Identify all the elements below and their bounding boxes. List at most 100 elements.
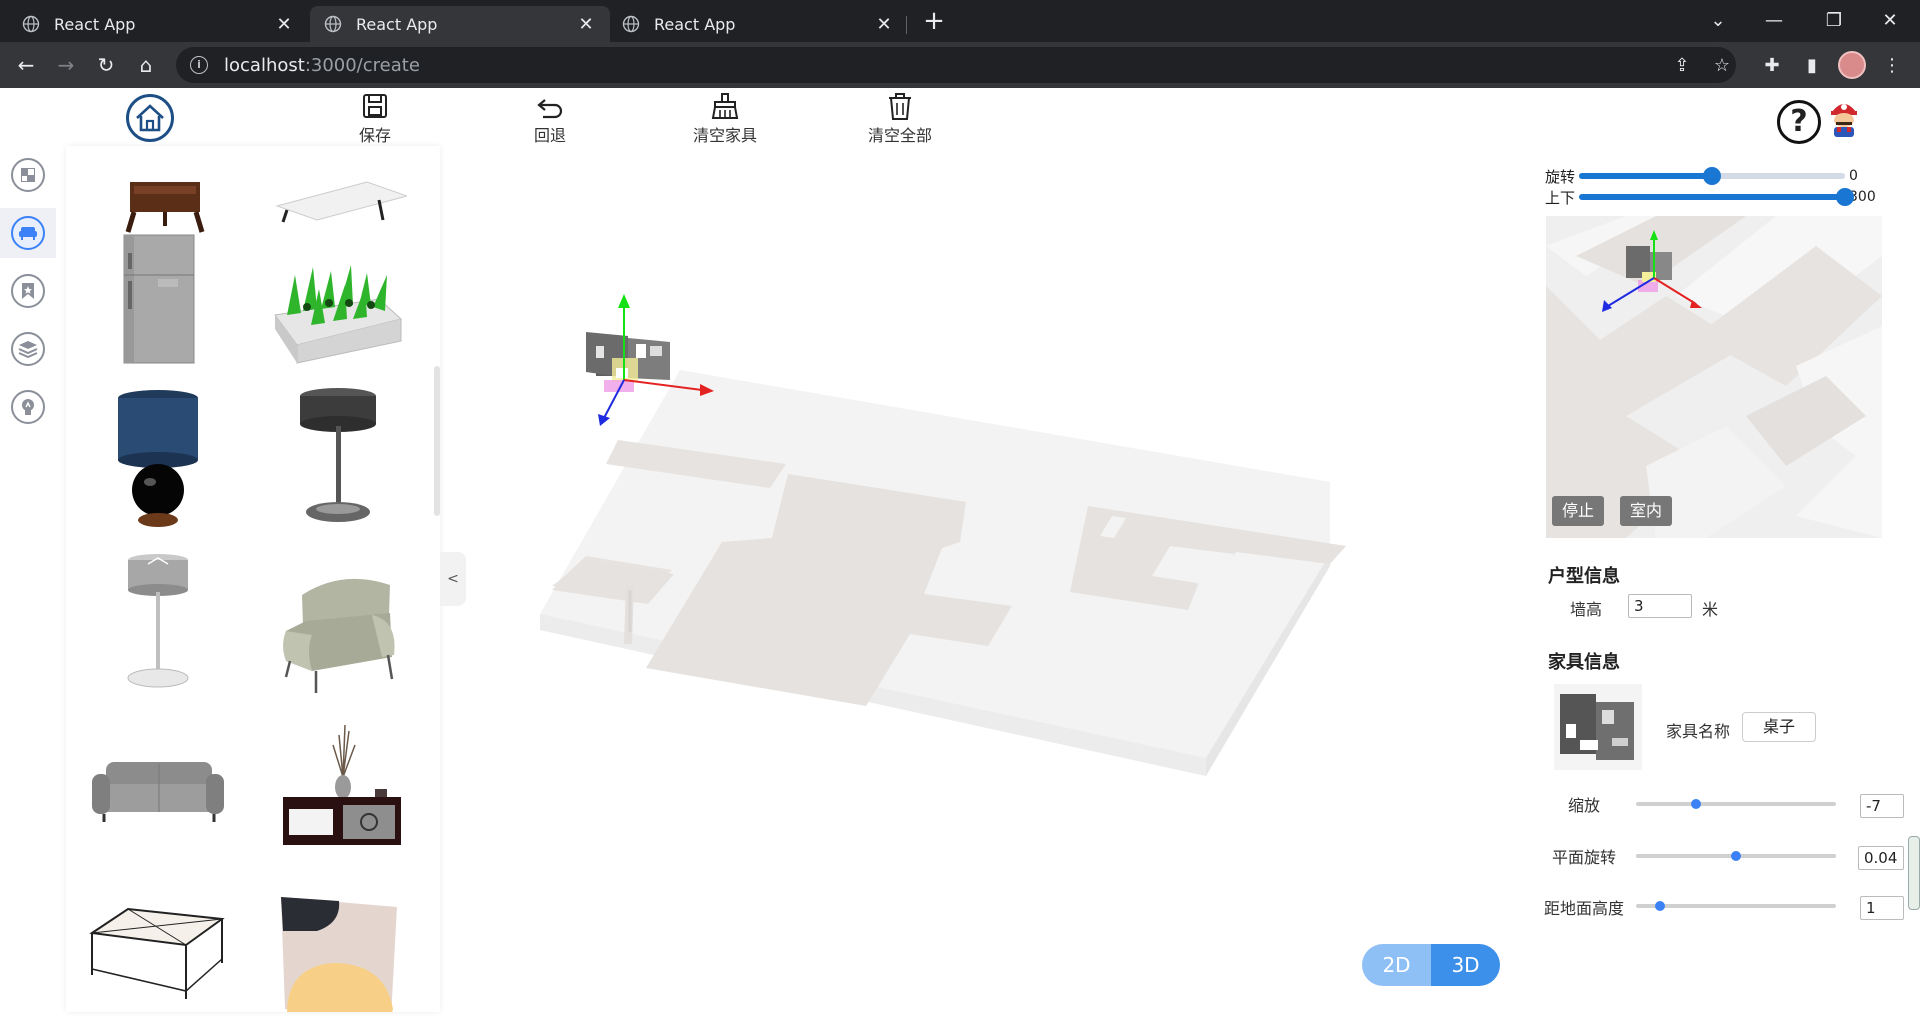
undo-icon (537, 99, 563, 119)
restore-icon[interactable]: ❐ (1814, 4, 1854, 36)
browser-tab-2[interactable]: React App ✕ (310, 6, 610, 42)
catalog-item-table[interactable] (262, 146, 412, 236)
mode-3d-button[interactable]: 3D (1431, 944, 1500, 986)
catalog-item-fridge[interactable] (82, 222, 232, 372)
view-mode-toggle: 2D 3D (1362, 944, 1500, 986)
tab-title: React App (654, 14, 736, 34)
height-slider-thumb[interactable] (1655, 901, 1665, 911)
url-host: localhost (224, 54, 305, 76)
clear-furniture-label: 清空家具 (692, 126, 757, 145)
collapse-panel-button[interactable]: < (440, 552, 466, 606)
browser-tab-3[interactable]: React App ✕ (608, 6, 908, 42)
stop-button[interactable]: 停止 (1552, 496, 1605, 526)
wall-height-input[interactable]: 3 (1628, 594, 1692, 618)
side-panel-handle[interactable] (1908, 836, 1920, 910)
reload-icon[interactable]: ↻ (90, 49, 122, 81)
new-tab-button[interactable]: + (918, 6, 950, 38)
home-icon[interactable]: ⌂ (130, 49, 162, 81)
undo-button[interactable]: 回退 (505, 92, 595, 146)
tab-title: React App (54, 14, 136, 34)
indoor-button[interactable]: 室内 (1620, 496, 1673, 526)
catalog-item-table-lamp-blue[interactable] (82, 386, 232, 536)
globe-icon (324, 15, 342, 33)
furniture-name-label: 家具名称 (1666, 722, 1731, 741)
catalog-item-planter[interactable] (262, 230, 412, 380)
camera-updown-row: 上下 300 (1545, 188, 1876, 207)
window-close-icon[interactable]: ✕ (1870, 4, 1910, 36)
browser-tab-1[interactable]: React App ✕ (8, 6, 308, 42)
catalog-item-rug[interactable] (262, 878, 412, 1012)
rail-item-lighting[interactable] (0, 382, 56, 432)
plane-rotation-slider-thumb[interactable] (1731, 851, 1741, 861)
home-logo-icon[interactable] (126, 94, 174, 142)
catalog-item-floor-lamp-grey[interactable] (82, 550, 232, 700)
share-icon[interactable]: ⇪ (1666, 49, 1698, 81)
scale-input[interactable]: -7 (1860, 794, 1904, 818)
plane-rotation-slider[interactable] (1636, 849, 1836, 863)
rotate-slider[interactable] (1579, 167, 1845, 185)
address-bar[interactable]: i localhost:3000/create (176, 47, 1736, 83)
bookmark-star-icon[interactable]: ☆ (1706, 49, 1738, 81)
help-button[interactable]: ? (1777, 100, 1821, 144)
rotate-label: 旋转 (1545, 167, 1576, 186)
extensions-icon[interactable]: ✚ (1756, 49, 1788, 81)
minimap-viewport[interactable] (1546, 216, 1882, 538)
profile-avatar[interactable] (1838, 51, 1866, 79)
updown-slider-fill (1579, 194, 1845, 200)
updown-label: 上下 (1545, 188, 1576, 207)
tab-search-icon[interactable]: ⌄ (1698, 4, 1738, 36)
floor-plan-3d[interactable] (466, 146, 1526, 1012)
save-button[interactable]: 保存 (330, 92, 420, 146)
height-above-floor-slider[interactable] (1636, 899, 1836, 913)
rail-item-bookmark[interactable] (0, 266, 56, 316)
browser-menu-icon[interactable]: ⋮ (1876, 49, 1908, 81)
tool-rail (0, 146, 56, 1021)
url-text[interactable]: localhost:3000/create (224, 55, 420, 76)
rail-item-floorplan[interactable] (0, 150, 56, 200)
rail-item-layers[interactable] (0, 324, 56, 374)
clear-furniture-button[interactable]: 清空家具 (680, 92, 770, 146)
catalog-item-tv-cabinet[interactable] (262, 710, 412, 860)
close-icon[interactable]: ✕ (576, 14, 596, 35)
rotate-slider-thumb[interactable] (1703, 167, 1721, 185)
save-icon (363, 94, 387, 118)
height-above-floor-input[interactable]: 1 (1860, 896, 1904, 920)
scale-slider-thumb[interactable] (1691, 799, 1701, 809)
rail-item-furniture[interactable] (0, 208, 56, 258)
house-info-title: 户型信息 (1548, 566, 1620, 587)
catalog-item-armchair[interactable] (262, 560, 412, 710)
catalog-item-sofa[interactable] (82, 708, 232, 858)
plane-rotation-label: 平面旋转 (1552, 848, 1617, 867)
plane-rotation-input[interactable]: 0.04 (1858, 846, 1904, 870)
updown-slider-thumb[interactable] (1836, 188, 1854, 206)
furniture-catalog (66, 146, 440, 1012)
catalog-item-floor-lamp-dark[interactable] (262, 386, 412, 536)
furniture-preview-image (1554, 684, 1642, 770)
site-info-icon[interactable]: i (190, 56, 208, 74)
side-panel-icon[interactable]: ▮ (1796, 49, 1828, 81)
url-path: :3000/create (304, 54, 420, 76)
rotate-value: 0 (1849, 168, 1858, 184)
height-above-floor-label: 距地面高度 (1544, 899, 1625, 918)
close-icon[interactable]: ✕ (874, 14, 894, 35)
undo-label: 回退 (533, 126, 566, 145)
globe-icon (622, 15, 640, 33)
floorplan-icon (11, 158, 45, 192)
rotate-slider-fill (1579, 173, 1712, 179)
scale-slider[interactable] (1636, 797, 1836, 811)
minimize-icon[interactable]: — (1754, 4, 1794, 36)
catalog-scrollbar[interactable] (434, 366, 440, 516)
close-icon[interactable]: ✕ (274, 14, 294, 35)
bookmark-icon (11, 274, 45, 308)
trash-icon (889, 93, 911, 120)
scene-viewport[interactable]: 2D 3D (466, 146, 1526, 1012)
furniture-name-field[interactable]: 桌子 (1742, 712, 1816, 742)
clear-all-button[interactable]: 清空全部 (855, 92, 945, 146)
mode-2d-button[interactable]: 2D (1362, 944, 1431, 986)
wall-height-label: 墙高 (1570, 600, 1603, 619)
user-avatar[interactable] (1826, 98, 1862, 138)
forward-icon[interactable]: → (50, 49, 82, 81)
back-icon[interactable]: ← (10, 49, 42, 81)
updown-slider[interactable] (1579, 188, 1854, 206)
catalog-item-coffee-table[interactable] (82, 874, 232, 1012)
